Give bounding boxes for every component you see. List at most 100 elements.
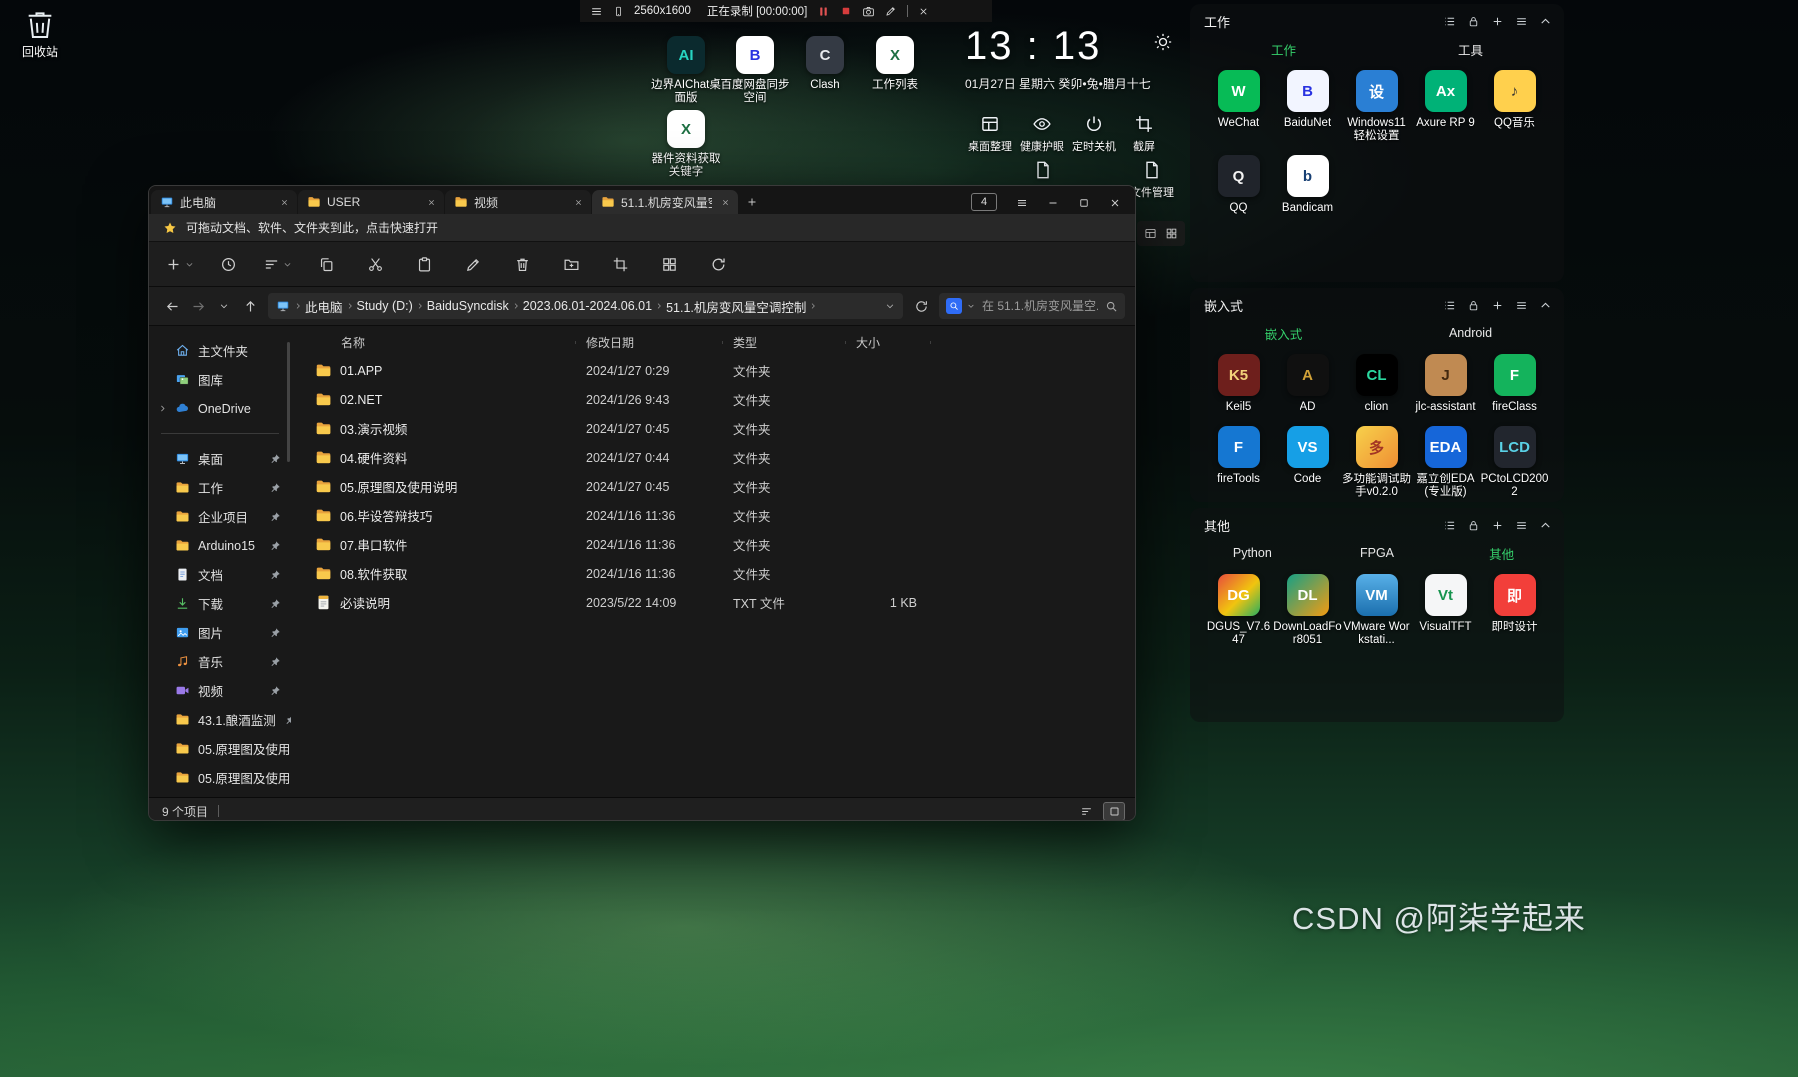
forward-button[interactable] <box>185 293 211 319</box>
tab-videos[interactable]: 视频 <box>445 190 591 214</box>
tab-close-icon[interactable] <box>424 195 438 209</box>
file-row[interactable]: 04.硬件资料 2024/1/27 0:44 文件夹 <box>301 443 1135 472</box>
shortcut-aichat[interactable]: AI 边界AIChat桌面版 <box>648 36 724 105</box>
menu-icon[interactable] <box>1515 15 1528 28</box>
sidebar-item-enterprise[interactable]: 企业项目 <box>149 502 291 531</box>
tab-close-icon[interactable] <box>277 195 291 209</box>
app-shortcut-bandicam[interactable]: b Bandicam <box>1273 155 1342 215</box>
file-row[interactable]: 必读说明 2023/5/22 14:09 TXT 文件 1 KB <box>301 588 1135 617</box>
thumbnail-view-button[interactable] <box>1103 801 1125 820</box>
tab-this-pc[interactable]: 此电脑 <box>151 190 297 214</box>
app-shortcut-altium[interactable]: A AD <box>1273 354 1342 414</box>
file-row[interactable]: 08.软件获取 2024/1/16 11:36 文件夹 <box>301 559 1135 588</box>
copy-button[interactable] <box>311 249 341 279</box>
stop-icon[interactable] <box>840 5 852 17</box>
app-shortcut-debug-assistant[interactable]: 多 多功能调试助手v0.2.0 <box>1342 426 1411 499</box>
utility-screenshot[interactable]: 截屏 <box>1116 114 1172 154</box>
add-icon[interactable] <box>1491 299 1504 312</box>
shortcut-baidu-sync[interactable]: B 百度网盘同步空间 <box>717 36 793 105</box>
sidebar-item-home[interactable]: 主文件夹 <box>149 336 291 365</box>
view-button[interactable] <box>654 249 684 279</box>
pencil-icon[interactable] <box>885 5 897 17</box>
column-size[interactable]: 大小 <box>846 334 931 351</box>
file-row[interactable]: 07.串口软件 2024/1/16 11:36 文件夹 <box>301 530 1135 559</box>
app-shortcut-keil5[interactable]: K5 Keil5 <box>1204 354 1273 414</box>
grid-icon[interactable] <box>1165 227 1178 240</box>
window-menu-icon[interactable] <box>1016 195 1028 209</box>
sidebar-item-documents[interactable]: 文档 <box>149 560 291 589</box>
chevron-down-icon[interactable] <box>967 302 975 310</box>
recorder-menu-icon[interactable] <box>590 5 603 18</box>
sidebar-item-pictures[interactable]: 图片 <box>149 618 291 647</box>
panel-tab-embedded[interactable]: 嵌入式 <box>1190 324 1377 343</box>
minimize-icon[interactable] <box>1047 195 1059 209</box>
tab-user[interactable]: USER <box>298 190 444 214</box>
column-name[interactable]: 名称 <box>301 334 576 351</box>
breadcrumb-chevron[interactable] <box>346 302 354 310</box>
back-button[interactable] <box>159 293 185 319</box>
breadcrumb-chevron[interactable] <box>809 302 817 310</box>
lock-icon[interactable] <box>1467 519 1480 532</box>
tab-count-badge[interactable]: 4 <box>971 193 997 211</box>
app-shortcut-jlc-assistant[interactable]: J jlc-assistant <box>1411 354 1480 414</box>
panel-tab-tools[interactable]: 工具 <box>1377 40 1564 59</box>
breadcrumb-chevron[interactable] <box>655 302 663 310</box>
sidebar-item-desktop[interactable]: 桌面 <box>149 444 291 473</box>
app-shortcut-firetools[interactable]: F fireTools <box>1204 426 1273 499</box>
breadcrumb-item[interactable]: 2023.06.01-2024.06.01 <box>520 299 655 313</box>
sidebar-item-videos[interactable]: 视频 <box>149 676 291 705</box>
sidebar-item-brewing[interactable]: 43.1.酿酒监测 <box>149 705 291 734</box>
app-shortcut-fireclass[interactable]: F fireClass <box>1480 354 1549 414</box>
sidebar-item-work[interactable]: 工作 <box>149 473 291 502</box>
sidebar-item-schematics-1[interactable]: 05.原理图及使用 <box>149 734 291 763</box>
shortcut-worklist[interactable]: X 工作列表 <box>857 36 933 92</box>
search-engine-icon[interactable] <box>946 298 962 314</box>
sidebar-item-gallery[interactable]: 图库 <box>149 365 291 394</box>
layout-icon[interactable] <box>1144 227 1157 240</box>
app-shortcut-download8051[interactable]: DL DownLoadFor8051 <box>1273 574 1342 647</box>
column-date[interactable]: 修改日期 <box>576 334 723 351</box>
rename-button[interactable] <box>458 249 488 279</box>
shortcut-component-data[interactable]: X 器件资料获取关键字 <box>648 110 724 179</box>
new-button[interactable] <box>164 249 194 279</box>
details-view-button[interactable] <box>1075 802 1097 821</box>
pause-icon[interactable] <box>817 5 830 18</box>
quick-layout-icon[interactable] <box>1443 15 1456 28</box>
breadcrumb-item[interactable]: BaiduSyncdisk <box>424 299 512 313</box>
up-button[interactable] <box>237 293 263 319</box>
search-input[interactable] <box>980 298 1100 314</box>
app-shortcut-dgus[interactable]: DG DGUS_V7.647 <box>1204 574 1273 647</box>
utility-eye-care[interactable]: 健康护眼 <box>1014 114 1070 154</box>
menu-icon[interactable] <box>1515 299 1528 312</box>
delete-button[interactable] <box>507 249 537 279</box>
sidebar-item-downloads[interactable]: 下载 <box>149 589 291 618</box>
app-shortcut-pctolcd[interactable]: LCD PCtoLCD2002 <box>1480 426 1549 499</box>
file-row[interactable]: 02.NET 2024/1/26 9:43 文件夹 <box>301 385 1135 414</box>
add-icon[interactable] <box>1491 519 1504 532</box>
breadcrumb-chevron[interactable] <box>416 302 424 310</box>
file-row[interactable]: 05.原理图及使用说明 2024/1/27 0:45 文件夹 <box>301 472 1135 501</box>
utility-unknown[interactable] <box>1015 160 1071 180</box>
app-shortcut-win11-settings[interactable]: 设 Windows11轻松设置 <box>1342 70 1411 143</box>
file-row[interactable]: 06.毕设答辩技巧 2024/1/16 11:36 文件夹 <box>301 501 1135 530</box>
paste-button[interactable] <box>409 249 439 279</box>
sidebar-scrollbar[interactable] <box>287 342 290 462</box>
close-icon[interactable] <box>918 6 929 17</box>
breadcrumb-item[interactable]: 51.1.机房变风量空调控制 <box>663 297 809 316</box>
new-tab-button[interactable] <box>739 190 765 214</box>
app-shortcut-jsdesign[interactable]: 即 即时设计 <box>1480 574 1549 647</box>
tab-current-folder[interactable]: 51.1.机房变风量空 <box>592 190 738 214</box>
clock-widget[interactable]: 13 : 13 01月27日 星期六 癸卯•兔•腊月十七 <box>965 24 1177 92</box>
app-shortcut-vmware[interactable]: VM VMware Workstati... <box>1342 574 1411 647</box>
camera-icon[interactable] <box>862 5 875 18</box>
search-icon[interactable] <box>1105 300 1118 313</box>
lock-icon[interactable] <box>1467 299 1480 312</box>
utility-desktop-organize[interactable]: 桌面整理 <box>962 114 1018 154</box>
tab-close-icon[interactable] <box>571 195 585 209</box>
app-shortcut-clion[interactable]: CL clion <box>1342 354 1411 414</box>
sidebar-item-arduino[interactable]: Arduino15 <box>149 531 291 560</box>
quick-layout-icon[interactable] <box>1443 299 1456 312</box>
app-shortcut-vscode[interactable]: VS Code <box>1273 426 1342 499</box>
sidebar-item-schematics-2[interactable]: 05.原理图及使用 <box>149 763 291 792</box>
chevron-right-icon[interactable] <box>158 404 167 413</box>
